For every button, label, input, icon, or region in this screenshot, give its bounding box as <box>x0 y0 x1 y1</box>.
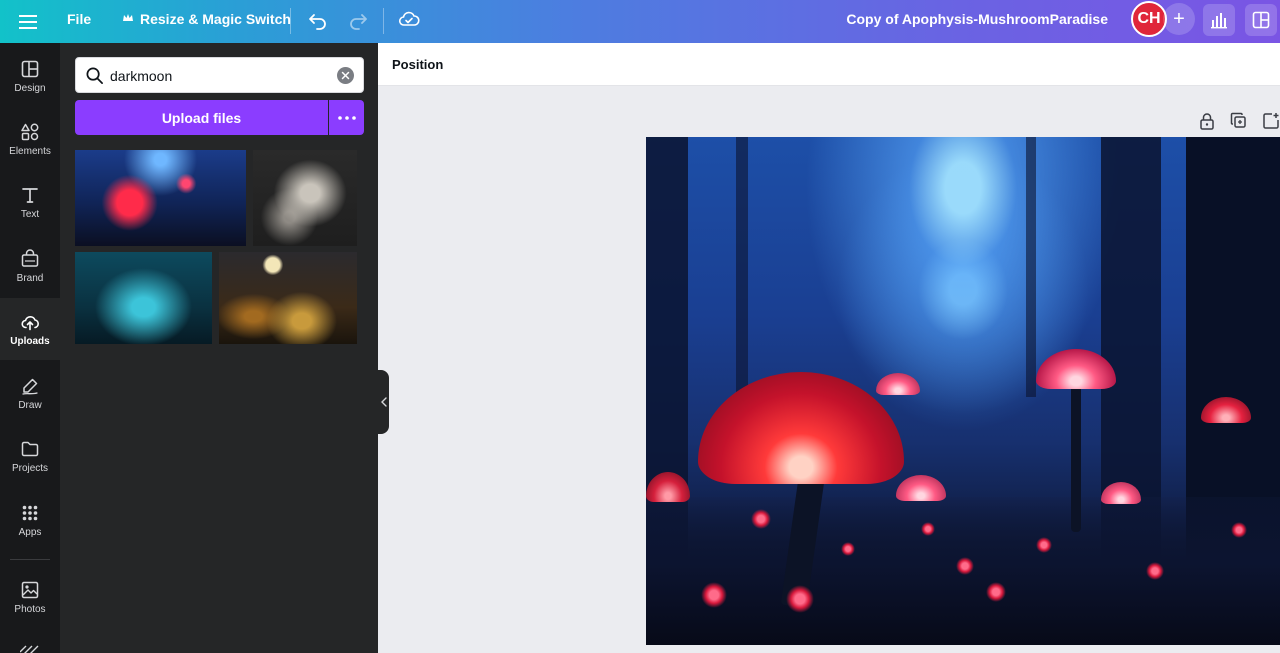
tree-branch <box>1026 137 1036 397</box>
rail-label: Design <box>14 82 46 94</box>
rail-item-draw[interactable]: Draw <box>0 362 60 424</box>
duplicate-page-icon[interactable] <box>1230 112 1248 130</box>
pen-icon <box>22 378 38 395</box>
more-options-icon[interactable] <box>329 100 364 135</box>
glowing-spore <box>921 522 935 536</box>
glowing-spore <box>841 542 855 556</box>
rail-label: Projects <box>11 462 49 474</box>
brand-icon <box>21 248 39 267</box>
rail-item-projects[interactable]: Projects <box>0 425 60 487</box>
uploads-panel: Upload files <box>60 43 378 653</box>
top-bar: File Resize & Magic Switch Copy of Apoph… <box>0 0 1280 43</box>
file-menu-button[interactable]: File <box>67 11 91 27</box>
menu-icon[interactable] <box>16 10 40 34</box>
upload-files-button[interactable]: Upload files <box>75 100 328 135</box>
rail-label: Text <box>20 208 40 220</box>
glowing-spore <box>1036 537 1052 553</box>
rail-label: Apps <box>18 526 42 538</box>
large-red-mushroom <box>698 372 904 484</box>
teal-lake-thumbnail[interactable] <box>75 252 212 344</box>
redo-icon[interactable] <box>346 8 370 32</box>
side-panel-toggle-icon[interactable] <box>1245 4 1277 36</box>
crown-icon <box>122 11 134 27</box>
white-fractal-thumbnail[interactable] <box>253 150 357 246</box>
search-input[interactable] <box>110 64 330 88</box>
pattern-icon[interactable] <box>20 641 40 653</box>
cloud-saved-icon[interactable] <box>397 7 421 31</box>
document-title[interactable]: Copy of Apophysis-MushroomParadise <box>846 11 1108 27</box>
rail-label: Draw <box>18 399 42 411</box>
rail-item-brand[interactable]: Brand <box>0 235 60 297</box>
rail-divider <box>10 559 50 560</box>
glowing-spore <box>1146 562 1164 580</box>
glowing-spore <box>701 582 727 608</box>
cloud-upload-icon <box>21 315 39 330</box>
rail-label: Uploads <box>10 335 50 347</box>
add-collaborator-icon[interactable]: + <box>1163 3 1195 35</box>
toolbar-divider <box>383 8 384 34</box>
mushroom-forest-thumbnail[interactable] <box>75 150 246 246</box>
resize-magic-switch-label: Resize & Magic Switch <box>140 11 291 27</box>
text-icon <box>22 187 38 203</box>
left-rail: Design Elements Text Brand Uploads Draw … <box>0 43 60 653</box>
rail-item-photos[interactable]: Photos <box>0 566 60 628</box>
small-pink-mushroom <box>896 475 946 501</box>
rail-item-text[interactable]: Text <box>0 171 60 233</box>
glowing-spore <box>986 582 1006 602</box>
toolbar-divider <box>290 8 291 34</box>
mushroom-stem <box>1071 382 1081 532</box>
resize-magic-switch-button[interactable]: Resize & Magic Switch <box>122 11 291 27</box>
glowing-spore <box>786 585 814 613</box>
elements-icon <box>21 123 39 140</box>
lock-icon[interactable] <box>1199 112 1217 130</box>
search-box[interactable] <box>75 57 364 93</box>
clear-search-icon[interactable] <box>337 67 354 84</box>
rail-item-design[interactable]: Design <box>0 45 60 107</box>
rail-label: Brand <box>16 272 44 284</box>
rail-item-elements[interactable]: Elements <box>0 108 60 170</box>
search-icon <box>86 67 103 84</box>
glowing-spore <box>751 509 771 529</box>
folder-icon <box>21 441 39 456</box>
image-icon <box>21 581 39 598</box>
avatar[interactable]: CH <box>1131 1 1167 37</box>
rail-item-uploads[interactable]: Uploads <box>0 298 60 360</box>
collapse-panel-handle[interactable] <box>378 370 389 434</box>
context-toolbar: Position <box>378 43 1280 86</box>
undo-icon[interactable] <box>306 8 330 32</box>
canvas-artboard-mushroom-image[interactable] <box>646 137 1280 645</box>
rail-item-apps[interactable]: Apps <box>0 489 60 551</box>
rail-label: Elements <box>9 145 51 157</box>
rail-label: Photos <box>14 603 46 615</box>
glowing-spore <box>1231 522 1247 538</box>
small-pink-mushroom <box>876 373 920 395</box>
grid-icon <box>22 505 38 520</box>
moonlit-village-thumbnail[interactable] <box>219 252 357 344</box>
position-button[interactable]: Position <box>392 57 443 72</box>
glowing-spore <box>956 557 974 575</box>
add-page-icon[interactable] <box>1262 112 1280 130</box>
design-icon <box>21 60 39 77</box>
insights-chart-icon[interactable] <box>1203 4 1235 36</box>
